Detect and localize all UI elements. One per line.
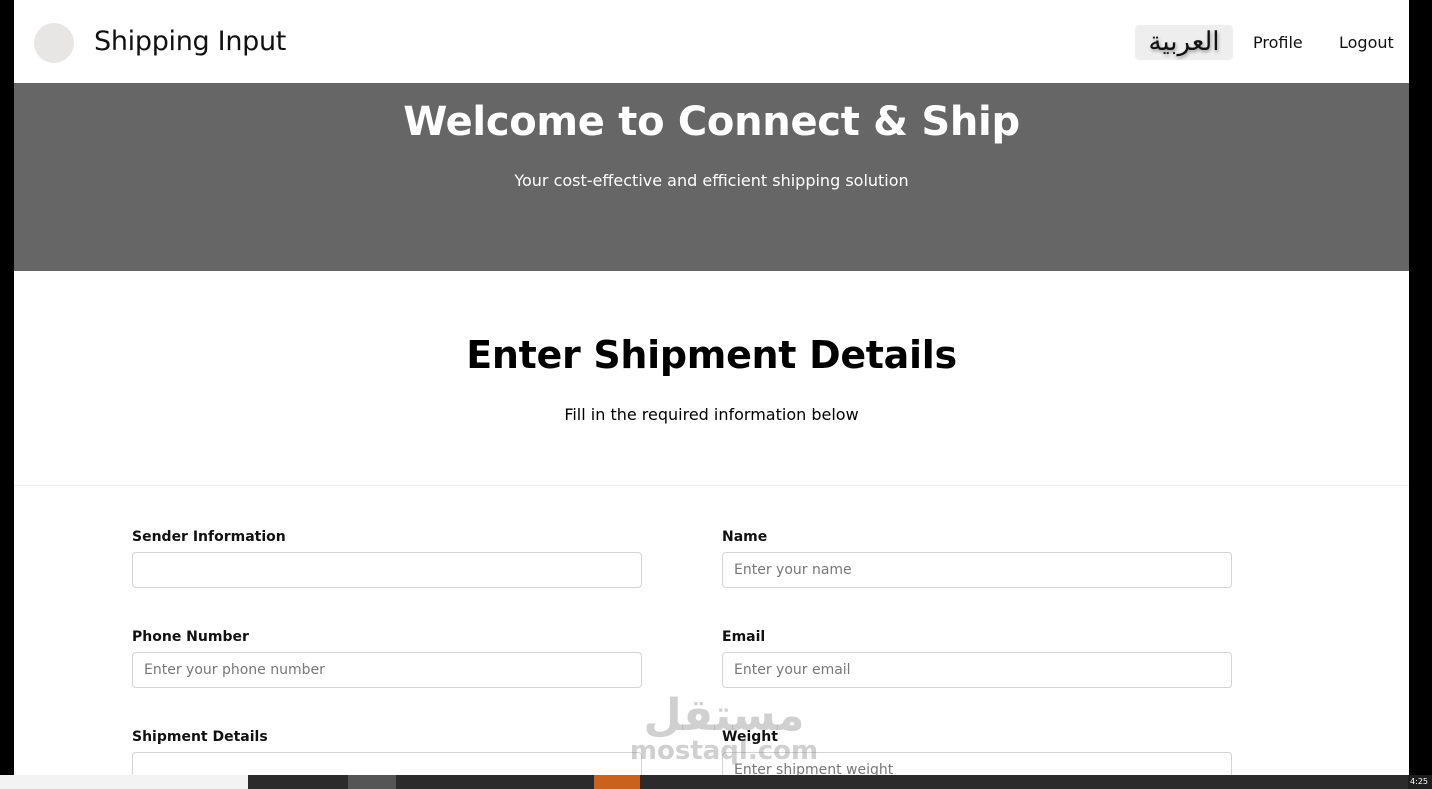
section-subtitle: Fill in the required information below <box>564 405 859 424</box>
name-input[interactable] <box>722 552 1232 588</box>
section-title: Enter Shipment Details <box>466 333 957 377</box>
hero-title: Welcome to Connect & Ship <box>403 99 1020 145</box>
weight-label: Weight <box>722 729 778 745</box>
weight-field: Weight <box>722 729 1232 775</box>
sender-information-label: Sender Information <box>132 529 286 545</box>
taskbar-app-button-active[interactable] <box>594 775 640 789</box>
email-label: Email <box>722 629 766 645</box>
phone-number-field: Phone Number <box>132 629 642 688</box>
top-header: Shipping Input العربية Profile Logout <box>14 0 1409 83</box>
sender-information-field: Sender Information <box>132 529 642 588</box>
email-input[interactable] <box>722 652 1232 688</box>
language-toggle-button[interactable]: العربية <box>1135 25 1233 60</box>
name-field: Name <box>722 529 1232 588</box>
hero-banner: Welcome to Connect & Ship Your cost-effe… <box>14 83 1409 271</box>
os-taskbar: 4:25 <box>0 775 1432 789</box>
logo-circle[interactable] <box>34 23 74 63</box>
form-intro: Enter Shipment Details Fill in the requi… <box>14 271 1409 486</box>
shipment-details-label: Shipment Details <box>132 729 268 745</box>
email-field: Email <box>722 629 1232 688</box>
phone-number-input[interactable] <box>132 652 642 688</box>
nav-profile-link[interactable]: Profile <box>1253 33 1303 52</box>
sender-information-input[interactable] <box>132 552 642 588</box>
shipment-details-input[interactable] <box>132 752 642 775</box>
shipment-details-field: Shipment Details <box>132 729 642 775</box>
phone-number-label: Phone Number <box>132 629 249 645</box>
taskbar-clock: 4:25 <box>1410 777 1428 786</box>
hero-subtitle: Your cost-effective and efficient shippi… <box>514 171 909 190</box>
name-label: Name <box>722 529 768 545</box>
nav-logout-link[interactable]: Logout <box>1339 33 1394 52</box>
app-window: Shipping Input العربية Profile Logout We… <box>14 0 1409 775</box>
taskbar-left-area <box>0 775 248 789</box>
app-title: Shipping Input <box>94 26 287 57</box>
weight-input[interactable] <box>722 752 1232 775</box>
taskbar-app-button[interactable] <box>348 775 396 789</box>
